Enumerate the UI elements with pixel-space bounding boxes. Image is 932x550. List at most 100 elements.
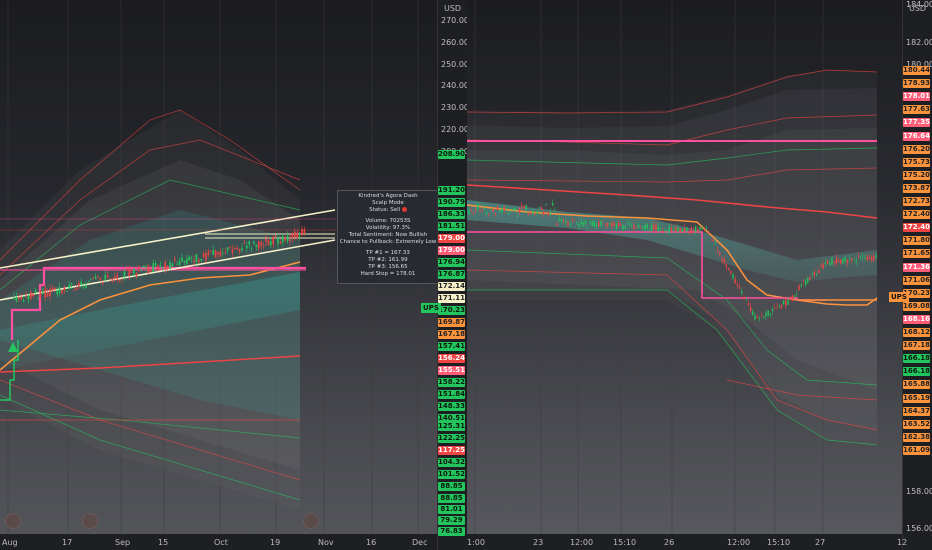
left-time-axis[interactable]: Aug 17 Sep 15 Oct 19 Nov 16 Dec xyxy=(0,534,437,550)
candle-body xyxy=(611,222,613,228)
candle-body xyxy=(565,221,567,223)
candle-body xyxy=(820,265,822,267)
candle-body xyxy=(672,228,675,230)
left-price-tag: 167.18 xyxy=(438,330,466,339)
right-time-label: 27 xyxy=(815,538,826,547)
left-price-tag: 88.85 xyxy=(438,482,465,491)
candle-body xyxy=(138,266,140,269)
candle-body xyxy=(697,228,699,232)
replay-marker-icon xyxy=(303,513,319,529)
candle-body xyxy=(822,263,824,269)
candle-body xyxy=(301,229,303,236)
candle-body xyxy=(162,267,164,269)
candle-body xyxy=(260,242,262,246)
candle-body xyxy=(708,231,710,233)
candle-body xyxy=(272,236,274,245)
candle-body xyxy=(774,308,776,309)
candle-body xyxy=(270,241,272,246)
right-price-tag: 177.35 xyxy=(903,118,931,128)
candle-body xyxy=(741,291,743,294)
candle-body xyxy=(793,295,796,297)
candle-body xyxy=(646,224,648,229)
candle-body xyxy=(569,223,571,225)
candle-body xyxy=(796,294,798,295)
candle-body xyxy=(123,271,126,277)
right-price-axis[interactable]: USD 184.00 182.00 180.00 158.00 156.00 180.… xyxy=(902,0,932,550)
right-axis-tick: 156.00 xyxy=(906,524,932,533)
candle-body xyxy=(644,225,646,231)
left-price-axis[interactable]: USD 270.00 260.00 250.00 240.00 230.00 220.00… xyxy=(437,0,469,550)
candle-body xyxy=(44,288,46,298)
candle-body xyxy=(853,259,855,260)
candle-body xyxy=(679,227,681,233)
candle-body xyxy=(474,209,477,211)
candle-body xyxy=(157,265,159,271)
candle-body xyxy=(851,258,853,261)
candle-body xyxy=(657,226,659,231)
right-price-tag: 168.12 xyxy=(903,328,931,337)
candle-body xyxy=(582,222,585,226)
candle-body xyxy=(767,310,769,316)
left-price-tag: 158.22 xyxy=(438,378,466,387)
left-price-tag: 125.31 xyxy=(438,422,466,431)
candle-body xyxy=(868,256,871,259)
candle-body xyxy=(27,295,30,300)
candle-body xyxy=(789,298,791,300)
candle-body xyxy=(661,230,664,232)
candle-body xyxy=(857,255,860,257)
panel-pullback: Chance to Pullback: Extremely Low xyxy=(339,239,437,245)
right-price-tag: 161.09 xyxy=(903,445,931,455)
candle-body xyxy=(18,297,20,299)
candle-body xyxy=(49,288,51,297)
candle-body xyxy=(75,288,78,290)
candle-body xyxy=(186,258,188,264)
candle-body xyxy=(787,300,789,305)
left-price-tag: 79.29 xyxy=(438,516,465,525)
candle-body xyxy=(126,269,128,271)
left-price-tag: 148.33 xyxy=(438,402,466,411)
candle-body xyxy=(549,212,552,214)
candle-body xyxy=(42,291,44,295)
candle-body xyxy=(212,249,214,255)
candle-body xyxy=(13,297,15,299)
panel-tp2: TP #2: 161.99 xyxy=(368,257,408,263)
left-axis-currency: USD xyxy=(444,4,462,13)
right-price-tag: 171.80 xyxy=(903,236,931,246)
candle-body xyxy=(116,274,118,280)
candle-body xyxy=(94,276,97,279)
candle-body xyxy=(642,225,644,228)
candle-body xyxy=(571,219,574,222)
candle-body xyxy=(229,246,231,249)
candle-body xyxy=(147,265,150,273)
right-chart-pane[interactable] xyxy=(467,0,902,550)
candle-body xyxy=(30,292,32,299)
right-time-label: 26 xyxy=(664,538,675,547)
candle-body xyxy=(109,278,111,280)
candle-body xyxy=(130,271,133,273)
candle-body xyxy=(492,209,494,212)
candle-body xyxy=(279,241,282,244)
candle-body xyxy=(842,258,844,264)
right-time-axis[interactable]: 1:00 23 12:00 15:10 26 12:00 15:10 27 12 xyxy=(467,534,907,550)
left-price-tag: 104.32 xyxy=(438,458,466,467)
candle-body xyxy=(633,225,635,230)
right-price-chart[interactable] xyxy=(467,0,902,550)
candle-body xyxy=(536,210,538,214)
candle-body xyxy=(54,287,56,290)
right-time-label: 12:00 xyxy=(727,538,751,547)
candle-body xyxy=(626,222,629,224)
candle-body xyxy=(262,245,265,247)
candle-body xyxy=(659,227,662,229)
candle-body xyxy=(501,208,503,212)
left-price-tag: 171.11 xyxy=(438,294,466,303)
left-price-tag: 179.00 xyxy=(438,246,466,255)
candle-body xyxy=(150,269,152,272)
right-price-tag: 171.36 xyxy=(903,262,931,272)
candle-body xyxy=(22,300,25,302)
right-price-tag: 178.93 xyxy=(903,79,931,89)
left-axis-tick: 260.00 xyxy=(441,37,469,47)
candle-body xyxy=(699,226,701,231)
candle-body xyxy=(635,227,637,229)
candle-body xyxy=(154,262,157,266)
left-price-tag: 88.85 xyxy=(438,494,465,503)
